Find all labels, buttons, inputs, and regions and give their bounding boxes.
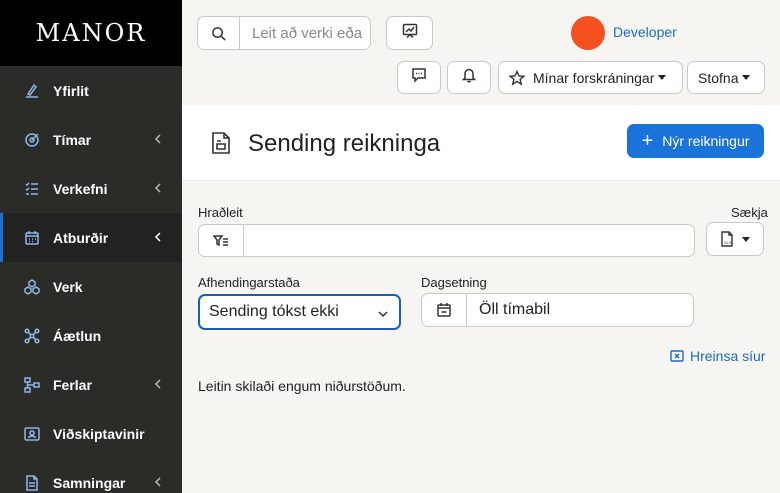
create-label: Stofna — [698, 69, 739, 86]
chevron-left-icon — [152, 132, 164, 144]
chevron-down-icon — [377, 307, 389, 319]
sidebar-item-aaetlun[interactable]: Áætlun — [0, 311, 182, 360]
topbar: Developer Mínar forskráningar Stofna — [182, 0, 780, 105]
search-box — [197, 16, 371, 50]
create-button[interactable]: Stofna — [687, 61, 765, 94]
chat-icon — [411, 67, 427, 88]
customers-icon — [24, 426, 40, 442]
user-name[interactable]: Developer — [613, 24, 677, 40]
bell-icon — [461, 67, 477, 88]
sidebar-item-samningar[interactable]: Samningar — [0, 458, 182, 493]
my-registrations-button[interactable]: Mínar forskráningar — [498, 61, 683, 94]
network-icon — [24, 327, 40, 344]
page-title: Sending reikninga — [248, 130, 441, 157]
empty-results-message: Leitin skilaði engum niðurstöðum. — [198, 378, 406, 394]
caret-down-icon — [658, 75, 667, 80]
new-invoice-label: Nýr reikningur — [662, 133, 750, 149]
date-value: Öll tímabil — [479, 301, 551, 318]
calendar-icon — [24, 230, 40, 246]
cubes-icon — [24, 278, 40, 295]
filter-list-icon[interactable] — [199, 225, 244, 256]
date-label: Dagsetning — [421, 275, 487, 290]
svg-text:XLS: XLS — [724, 240, 732, 245]
export-xls-button[interactable]: XLS — [706, 222, 764, 256]
plus-icon: + — [641, 130, 654, 152]
sidebar-item-label: Tímar — [53, 131, 92, 148]
delivery-status-value: Sending tókst ekki — [209, 303, 339, 320]
search-input[interactable] — [240, 17, 370, 49]
clear-filter-icon — [670, 350, 690, 362]
sidebar-item-vidskiptavinir[interactable]: Viðskiptavinir — [0, 409, 182, 458]
sidebar-item-ferlar[interactable]: Ferlar — [0, 360, 182, 409]
invoice-document-icon — [210, 131, 232, 155]
sidebar-item-atburdir[interactable]: Atburðir — [0, 213, 182, 262]
clear-filters-label: Hreinsa síur — [690, 348, 766, 364]
sidebar-item-label: Yfirlit — [53, 82, 89, 99]
xls-file-icon: XLS — [720, 231, 734, 247]
presentation-icon — [402, 23, 418, 44]
checklist-icon — [24, 181, 40, 197]
flow-icon — [24, 376, 40, 393]
sidebar-item-label: Viðskiptavinir — [53, 425, 145, 442]
calendar-icon[interactable] — [422, 294, 467, 326]
quick-search-field — [198, 224, 695, 257]
sidebar-item-verk[interactable]: Verk — [0, 262, 182, 311]
star-icon — [509, 69, 525, 86]
sidebar-item-label: Samningar — [53, 474, 126, 491]
clear-filters-link[interactable]: Hreinsa síur — [670, 348, 765, 364]
notifications-button[interactable] — [447, 61, 491, 94]
caret-down-icon — [742, 75, 751, 80]
sidebar: MANOR Yfirlit Tímar Verkefni Atburðir Ve… — [0, 0, 182, 493]
date-field[interactable]: Öll tímabil — [421, 293, 694, 327]
chart-pen-icon — [24, 83, 40, 99]
brand-logo[interactable]: MANOR — [0, 0, 182, 66]
delivery-status-label: Afhendingarstaða — [198, 275, 300, 290]
sidebar-item-label: Atburðir — [53, 229, 109, 246]
contract-icon — [24, 474, 40, 491]
chevron-left-icon — [152, 377, 164, 389]
messages-button[interactable] — [397, 61, 441, 94]
quick-search-label: Hraðleit — [198, 205, 243, 220]
quick-search-input[interactable] — [244, 225, 694, 256]
sidebar-item-verkefni[interactable]: Verkefni — [0, 164, 182, 213]
delivery-status-select[interactable]: Sending tókst ekki — [198, 294, 401, 330]
chevron-left-icon — [152, 475, 164, 487]
sidebar-item-timar[interactable]: Tímar — [0, 115, 182, 164]
caret-down-icon — [742, 236, 750, 242]
board-button[interactable] — [386, 16, 433, 50]
new-invoice-button[interactable]: + Nýr reikningur — [627, 124, 764, 158]
sidebar-item-label: Verk — [53, 278, 83, 295]
sidebar-item-label: Verkefni — [53, 180, 108, 197]
chevron-left-icon — [152, 181, 164, 193]
sidebar-item-label: Ferlar — [53, 376, 92, 393]
clock-target-icon — [24, 132, 40, 148]
sidebar-item-label: Áætlun — [53, 327, 102, 344]
avatar[interactable] — [571, 16, 605, 50]
my-registrations-label: Mínar forskráningar — [533, 69, 655, 86]
sidebar-item-yfirlit[interactable]: Yfirlit — [0, 66, 182, 115]
page-header: Sending reikninga + Nýr reikningur — [182, 105, 780, 181]
fetch-label: Sækja — [731, 205, 768, 220]
search-icon[interactable] — [198, 17, 240, 49]
chevron-left-icon — [152, 230, 164, 242]
